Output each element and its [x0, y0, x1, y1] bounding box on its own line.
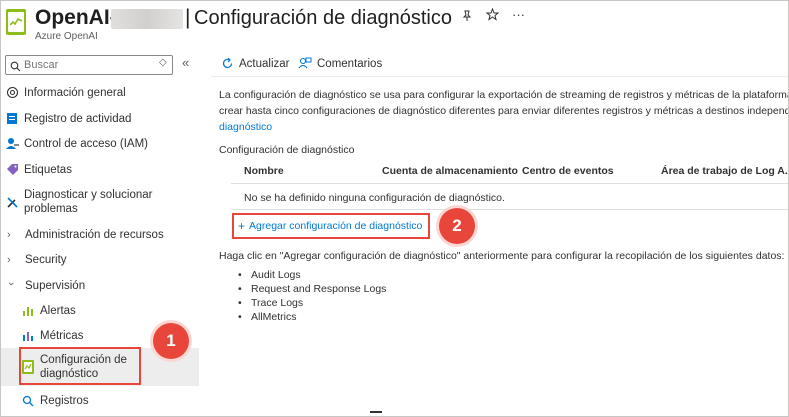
info-text: Haga clic en "Agregar configuración de d… — [219, 250, 785, 262]
search-input[interactable] — [24, 58, 154, 72]
feedback-icon — [298, 57, 312, 70]
resource-name: OpenAI- — [35, 6, 117, 29]
sidebar-item-access-control[interactable]: Control de acceso (IAM) — [1, 135, 199, 152]
sidebar-item-label: Registros — [40, 394, 89, 407]
list-item: AllMetrics — [238, 310, 386, 324]
refresh-button[interactable]: Actualizar — [221, 57, 290, 70]
sidebar-item-label: Control de acceso (IAM) — [24, 137, 148, 150]
refresh-label: Actualizar — [239, 57, 290, 70]
sidebar-group-monitoring[interactable]: › Supervisión — [1, 277, 199, 294]
sidebar-item-label: Registro de actividad — [24, 112, 132, 125]
refresh-icon — [221, 57, 234, 70]
column-header-storage: Cuenta de almacenamiento — [382, 165, 518, 177]
sidebar-item-label: Supervisión — [25, 279, 86, 292]
sidebar-group-security[interactable]: › Security — [1, 251, 199, 268]
metrics-icon — [21, 329, 35, 343]
sidebar-item-label: Diagnosticar y solucionar problemas — [24, 189, 153, 215]
search-icon — [10, 59, 21, 77]
alerts-icon — [21, 304, 35, 318]
table-header-divider — [231, 183, 788, 184]
collapse-sidebar-button[interactable]: « — [182, 55, 189, 70]
openai-icon — [5, 86, 19, 100]
wrench-icon — [5, 195, 19, 209]
page-title: Configuración de diagnóstico — [194, 7, 452, 29]
step-badge-1: 1 — [153, 323, 189, 359]
title-separator: | — [185, 6, 191, 29]
learn-more-link[interactable]: diagnóstico — [219, 119, 788, 135]
description-line: crear hasta cinco configuraciones de dia… — [219, 105, 789, 117]
table-row-divider — [231, 209, 788, 210]
column-header-name: Nombre — [244, 165, 284, 177]
more-button[interactable]: ··· — [512, 7, 525, 22]
sidebar-item-logs[interactable]: Registros — [1, 392, 199, 409]
pin-icon[interactable] — [461, 10, 473, 25]
sidebar-item-label: Información general — [24, 86, 126, 99]
description-line: La configuración de diagnóstico se usa p… — [219, 89, 789, 101]
scroll-indicator — [370, 411, 382, 413]
toolbar-divider — [211, 76, 788, 77]
add-diagnostic-setting-link[interactable]: + Agregar configuración de diagnóstico — [232, 213, 430, 239]
sidebar-item-alerts[interactable]: Alertas — [1, 302, 199, 319]
list-item: Trace Logs — [238, 296, 386, 310]
access-control-icon — [5, 137, 19, 151]
resource-icon — [6, 9, 26, 35]
sidebar-item-label: Alertas — [40, 304, 76, 317]
sidebar-item-label: Administración de recursos — [25, 228, 164, 241]
logs-icon — [21, 394, 35, 408]
search-options-icon[interactable]: ◇ — [159, 57, 167, 68]
description: La configuración de diagnóstico se usa p… — [219, 87, 789, 135]
sidebar-item-label: Etiquetas — [24, 163, 72, 176]
empty-table-message: No se ha definido ninguna configuración … — [244, 192, 505, 204]
sidebar-item-diagnose-solve[interactable]: Diagnosticar y solucionar problemas — [1, 186, 199, 218]
sidebar-item-label: Security — [25, 253, 67, 266]
search-box[interactable] — [5, 55, 173, 75]
sidebar-group-resource-management[interactable]: › Administración de recursos — [1, 226, 199, 243]
resource-type: Azure OpenAI — [35, 31, 98, 42]
list-item: Audit Logs — [238, 268, 386, 282]
plus-icon: + — [238, 219, 246, 233]
activity-log-icon — [5, 112, 19, 126]
column-header-event-hub: Centro de eventos — [522, 165, 614, 177]
star-icon[interactable] — [485, 7, 500, 24]
feedback-button[interactable]: Comentarios — [298, 57, 382, 70]
tag-icon — [5, 163, 19, 177]
sidebar-item-label: Métricas — [40, 329, 84, 342]
sidebar-item-activity-log[interactable]: Registro de actividad — [1, 110, 199, 127]
feedback-label: Comentarios — [317, 57, 383, 70]
section-title: Configuración de diagnóstico — [219, 144, 355, 156]
step-badge-2: 2 — [439, 208, 475, 244]
redacted-name — [111, 9, 183, 29]
add-diagnostic-setting-label: Agregar configuración de diagnóstico — [249, 220, 423, 232]
chevron-right-icon: › — [7, 253, 11, 266]
list-item: Request and Response Logs — [238, 282, 386, 296]
sidebar-item-overview[interactable]: Información general — [1, 84, 199, 101]
callout-highlight-box — [19, 347, 141, 385]
portal-window: OpenAI- | Configuración de diagnóstico A… — [0, 0, 789, 417]
sidebar-item-tags[interactable]: Etiquetas — [1, 161, 199, 178]
chevron-down-icon: › — [5, 281, 17, 286]
column-header-log-analytics: Área de trabajo de Log A... — [661, 165, 789, 177]
data-categories-list: Audit Logs Request and Response Logs Tra… — [238, 268, 386, 324]
chevron-right-icon: › — [7, 228, 11, 241]
